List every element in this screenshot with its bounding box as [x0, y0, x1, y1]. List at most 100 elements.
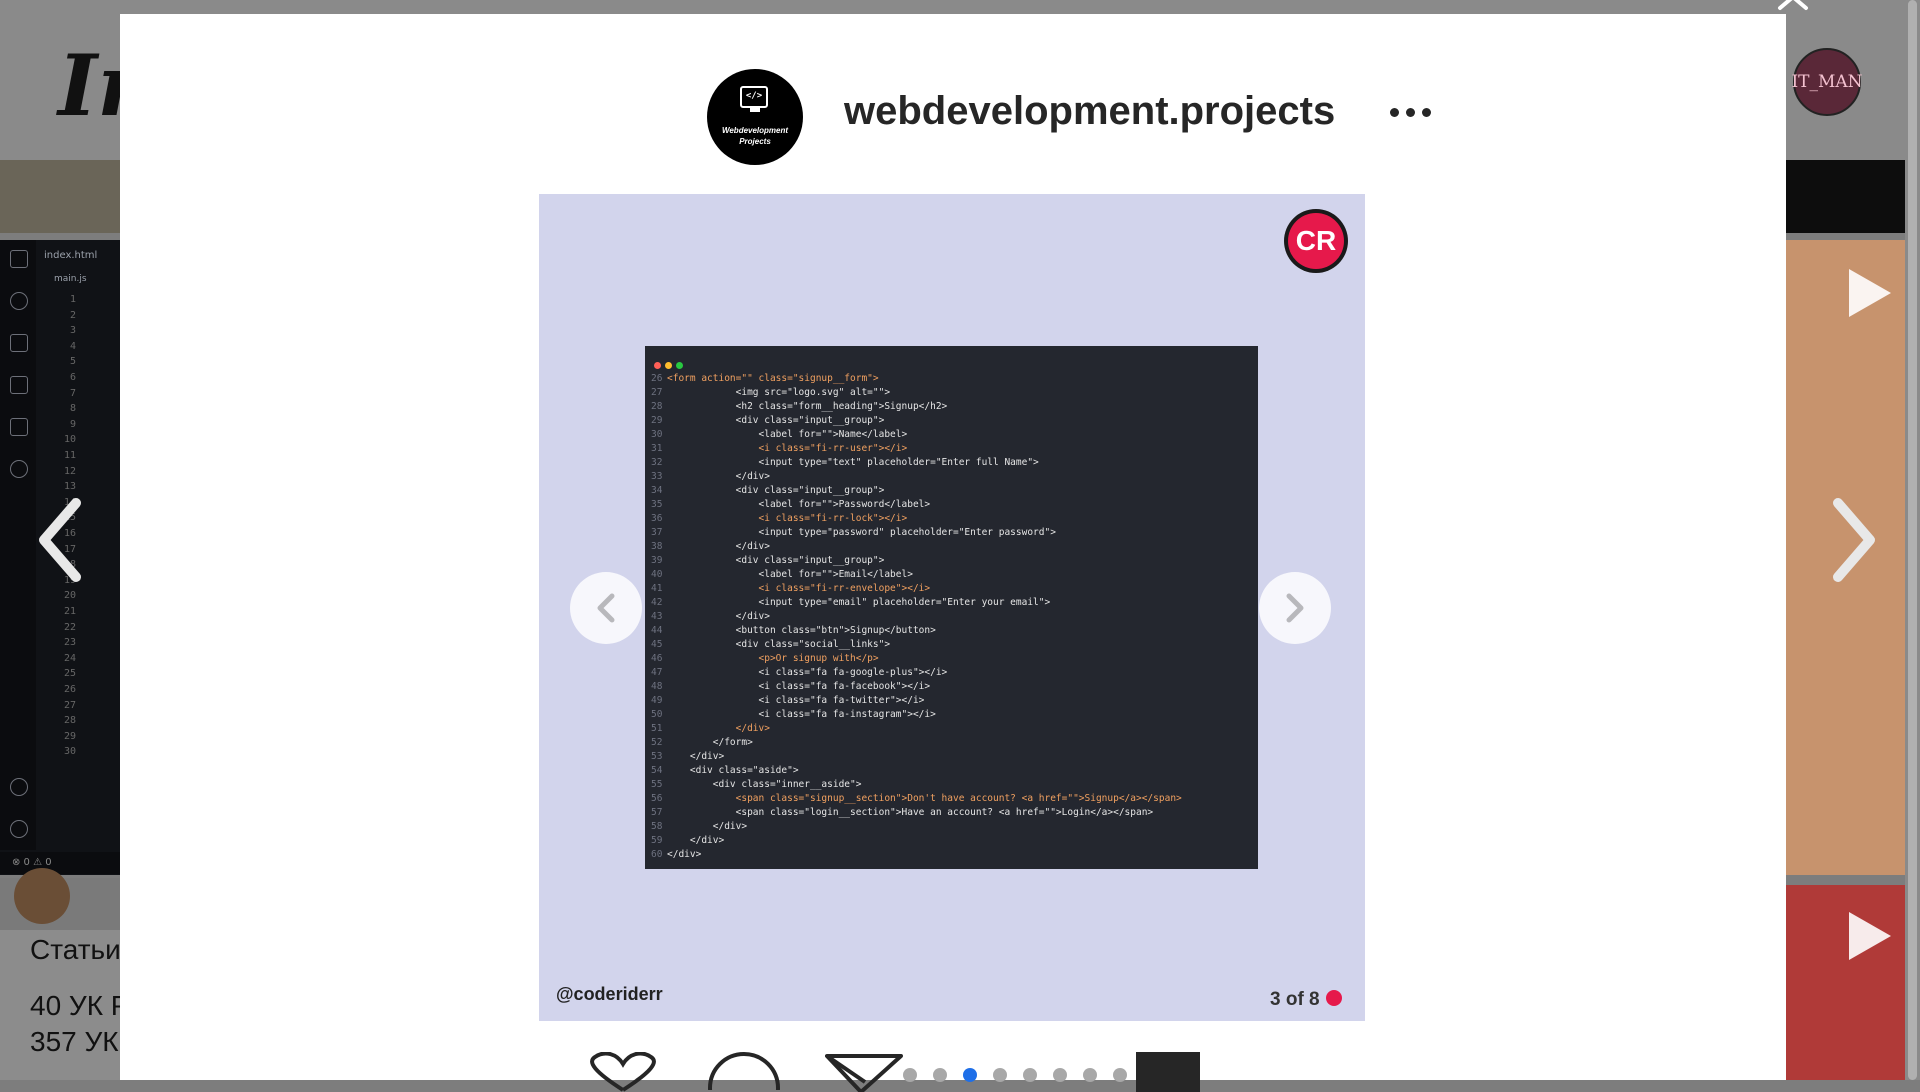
chevron-left-icon — [597, 593, 615, 623]
article-line: 357 УК — [30, 1026, 119, 1057]
editor-line-number: 10 — [63, 434, 76, 446]
code-line-number: 41 — [651, 583, 663, 594]
arrow-circle-icon — [1325, 989, 1342, 1006]
code-line-number: 32 — [651, 457, 663, 468]
article-line: 40 УК Р — [30, 990, 130, 1021]
settings-icon — [10, 820, 28, 838]
code-line-number: 45 — [651, 639, 663, 650]
code-line: 49 <i class="fa fa-twitter"></i> — [651, 694, 1182, 708]
editor-breadcrumb: main.js — [54, 274, 87, 284]
next-post-chevron-icon[interactable] — [1830, 495, 1878, 585]
code-line-text: <form action="" class="signup__form"> — [667, 373, 879, 384]
username-link[interactable]: webdevelopment.projects — [844, 89, 1335, 134]
code-line-text: <div class="input__group"> — [667, 415, 885, 426]
code-line: 32 <input type="text" placeholder="Enter… — [651, 456, 1182, 470]
comment-icon[interactable] — [706, 1050, 782, 1090]
code-line-text: <i class="fi-rr-user"></i> — [667, 443, 908, 454]
code-line-number: 52 — [651, 737, 663, 748]
code-line: 27 <img src="logo.svg" alt=""> — [651, 386, 1182, 400]
code-line-number: 44 — [651, 625, 663, 636]
previous-slide-button[interactable] — [570, 572, 642, 644]
coderider-logo: CR — [1284, 209, 1348, 273]
code-line-number: 55 — [651, 779, 663, 790]
next-slide-button[interactable] — [1259, 572, 1331, 644]
code-line: 41 <i class="fi-rr-envelope"></i> — [651, 582, 1182, 596]
code-line-number: 60 — [651, 849, 663, 860]
code-line: 28 <h2 class="form__heading">Signup</h2> — [651, 400, 1182, 414]
background-avatar-card[interactable] — [0, 868, 120, 930]
code-line-text: </form> — [667, 737, 753, 748]
code-line-number: 48 — [651, 681, 663, 692]
code-line: 55 <div class="inner__aside"> — [651, 778, 1182, 792]
background-thumbnail[interactable] — [1785, 160, 1910, 233]
code-line: 35 <label for="">Password</label> — [651, 498, 1182, 512]
editor-line-number: 5 — [69, 356, 76, 368]
article-line: Статьи — [30, 934, 121, 965]
code-line-text: <i class="fa fa-facebook"></i> — [667, 681, 931, 692]
code-line-text: </div> — [667, 751, 725, 762]
editor-line-number: 8 — [69, 403, 76, 415]
editor-line-number: 25 — [63, 668, 76, 680]
code-line-number: 53 — [651, 751, 663, 762]
editor-line-number: 3 — [69, 325, 76, 337]
maximize-dot — [676, 362, 683, 369]
code-line-text: </div> — [667, 541, 770, 552]
code-line: 44 <button class="btn">Signup</button> — [651, 624, 1182, 638]
code-line-text: <button class="btn">Signup</button> — [667, 625, 936, 636]
code-line: 54 <div class="aside"> — [651, 764, 1182, 778]
code-line-text: <div class="inner__aside"> — [667, 779, 862, 790]
code-line: 47 <i class="fa fa-google-plus"></i> — [651, 666, 1182, 680]
slide-counter: 3 of 8 — [1270, 989, 1342, 1011]
code-line-text: <i class="fa fa-instagram"></i> — [667, 709, 936, 720]
close-icon[interactable] — [1776, 0, 1816, 20]
copilot-icon — [10, 460, 28, 478]
code-line-text: <i class="fa fa-google-plus"></i> — [667, 667, 948, 678]
post-media-image[interactable]: CR 26 <form action="" class="signup__form… — [539, 194, 1365, 1021]
background-article-card[interactable]: Статьи 40 УК Р 357 УК — [0, 930, 129, 1080]
code-line: 36 <i class="fi-rr-lock"></i> — [651, 512, 1182, 526]
play-icon — [1849, 269, 1891, 317]
editor-tab: index.html — [44, 250, 98, 261]
code-line-number: 29 — [651, 415, 663, 426]
editor-activity-bar — [0, 240, 36, 850]
code-line-text: <input type="text" placeholder="Enter fu… — [667, 457, 1039, 468]
save-bookmark-icon[interactable] — [1136, 1052, 1200, 1092]
code-line-number: 31 — [651, 443, 663, 454]
code-line: 26 <form action="" class="signup__form"> — [651, 372, 1182, 386]
more-options-icon[interactable] — [1390, 102, 1434, 122]
code-line-number: 46 — [651, 653, 663, 664]
code-line-number: 36 — [651, 513, 663, 524]
code-line-text: <div class="social__links"> — [667, 639, 891, 650]
code-line-text: <label for="">Password</label> — [667, 499, 931, 510]
profile-caption: Webdevelopment Projects — [721, 126, 789, 146]
code-line-number: 54 — [651, 765, 663, 776]
code-line-number: 56 — [651, 793, 663, 804]
code-line: 34 <div class="input__group"> — [651, 484, 1182, 498]
code-line: 30 <label for="">Name</label> — [651, 428, 1182, 442]
code-line-text: </div> — [667, 821, 748, 832]
account-icon — [10, 778, 28, 796]
user-avatar[interactable]: IT_MAN — [1791, 48, 1863, 116]
monitor-stand — [750, 108, 760, 112]
code-line-text: <div class="input__group"> — [667, 485, 885, 496]
previous-post-chevron-icon[interactable] — [36, 495, 84, 585]
code-line-number: 30 — [651, 429, 663, 440]
profile-picture[interactable]: </> Webdevelopment Projects — [707, 69, 803, 165]
code-line-number: 35 — [651, 499, 663, 510]
code-line-text: </div> — [667, 849, 702, 860]
close-dot — [654, 362, 661, 369]
code-line-text: <input type="email" placeholder="Enter y… — [667, 597, 1051, 608]
code-line: 39 <div class="input__group"> — [651, 554, 1182, 568]
scrollbar-thumb[interactable] — [1908, 0, 1917, 1080]
play-icon — [1849, 912, 1891, 960]
extensions-icon — [10, 418, 28, 436]
page-scrollbar[interactable] — [1905, 0, 1920, 1080]
code-line-text: <div class="aside"> — [667, 765, 799, 776]
code-line-number: 47 — [651, 667, 663, 678]
share-send-icon[interactable] — [825, 1052, 905, 1092]
background-thumbnail[interactable] — [0, 160, 120, 233]
code-line: 33 </div> — [651, 470, 1182, 484]
code-line: 57 <span class="login__section">Have an … — [651, 806, 1182, 820]
code-line-number: 51 — [651, 723, 663, 734]
like-heart-icon[interactable] — [585, 1052, 661, 1092]
